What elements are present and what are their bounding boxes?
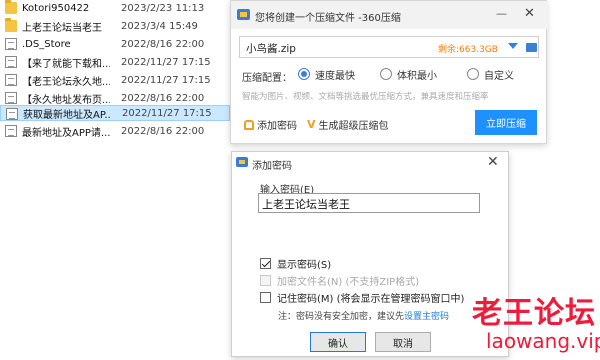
- password-input[interactable]: 上老王论坛当老王: [258, 193, 480, 213]
- folder-icon: [5, 0, 17, 14]
- password-title: 添加密码: [252, 161, 292, 172]
- checkbox-disabled-icon: [260, 274, 271, 286]
- file-name: 【来了就能下载和...: [22, 58, 110, 70]
- checkbox-checked-icon: [260, 257, 271, 269]
- file-row[interactable]: 上老王论坛当老王 2023/3/4 15:49: [0, 18, 230, 34]
- remember-password-checkbox[interactable]: 记住密码(M) (将会显示在管理密码窗口中): [260, 290, 465, 305]
- file-date: 2022/11/27 17:15: [121, 56, 211, 68]
- note-text: 注：密码没有安全加密，建议先: [278, 312, 405, 322]
- radio-icon: [467, 68, 479, 80]
- compress-now-button[interactable]: 立即压缩: [475, 110, 537, 135]
- file-name: .DS_Store: [22, 38, 71, 50]
- checkbox-label: 显示密码(S): [277, 259, 332, 271]
- file-icon: [5, 38, 17, 50]
- archive-logo-icon: [236, 157, 248, 167]
- close-button[interactable]: ✕: [524, 6, 535, 21]
- compress-dialog: 您将创建一个压缩文件 -360压缩 — ✕ 小鸟酱.zip 剩余:663.3GB…: [230, 0, 548, 144]
- file-row[interactable]: 【老王论坛永久地... 2022/11/27 17:15: [0, 72, 230, 88]
- lock-icon: [244, 119, 254, 130]
- ok-button[interactable]: 确认: [310, 332, 366, 352]
- file-name: 【永久地址发布页...: [22, 94, 110, 106]
- option-smallest[interactable]: 体积最小: [380, 67, 437, 82]
- file-icon: [5, 74, 17, 86]
- vip-icon: V: [307, 118, 316, 131]
- file-list: Kotori950422 2023/2/23 11:13 上老王论坛当老王 20…: [0, 0, 230, 150]
- config-label: 压缩配置：: [242, 73, 292, 84]
- file-name: 获取最新地址及AP...: [23, 109, 111, 121]
- add-password-link[interactable]: 添加密码: [244, 117, 297, 132]
- file-row-selected[interactable]: 获取最新地址及AP... 2022/11/27 17:15: [0, 105, 230, 121]
- file-name: Kotori950422: [22, 2, 90, 14]
- file-row[interactable]: Kotori950422 2023/2/23 11:13: [0, 0, 230, 16]
- option-label: 自定义: [484, 70, 514, 82]
- compress-titlebar: 您将创建一个压缩文件 -360压缩 — ✕: [231, 1, 548, 29]
- show-password-checkbox[interactable]: 显示密码(S): [260, 256, 332, 271]
- super-package-link[interactable]: V 生成超级压缩包: [307, 117, 389, 132]
- checkbox-label: 记住密码(M) (将会显示在管理密码窗口中): [277, 293, 465, 305]
- option-label: 速度最快: [315, 70, 355, 82]
- super-package-label: 生成超级压缩包: [318, 121, 389, 132]
- folder-icon: [5, 18, 17, 32]
- compress-hint: 智能为图片、视频、文档等挑选最优压缩方式，兼具速度和压缩率: [242, 92, 489, 102]
- file-date: 2022/11/27 17:15: [121, 74, 211, 86]
- file-date: 2022/8/16 22:00: [121, 125, 205, 137]
- checkbox-icon: [260, 291, 271, 303]
- file-row[interactable]: 【永久地址发布页... 2022/8/16 22:00: [0, 90, 230, 106]
- file-name: 最新地址及APP请...: [22, 127, 110, 139]
- compress-title: 您将创建一个压缩文件 -360压缩: [255, 13, 401, 24]
- file-date: 2022/8/16 22:00: [121, 92, 205, 104]
- radio-selected-icon: [298, 68, 310, 80]
- chevron-down-icon[interactable]: [508, 43, 518, 49]
- password-titlebar: 添加密码 ✕: [232, 152, 508, 174]
- security-note: 注：密码没有安全加密，建议先设置主密码: [278, 309, 449, 322]
- file-icon: [6, 108, 18, 120]
- cancel-button[interactable]: 取消: [375, 332, 431, 352]
- filename-value: 小鸟酱.zip: [246, 43, 296, 55]
- file-name: 【老王论坛永久地...: [22, 76, 110, 88]
- watermark-cn: 老王论坛: [472, 296, 596, 331]
- option-fastest[interactable]: 速度最快: [298, 67, 355, 82]
- add-password-label: 添加密码: [257, 121, 297, 132]
- option-custom[interactable]: 自定义: [467, 67, 514, 82]
- password-value: 上老王论坛当老王: [262, 198, 350, 211]
- minimize-button[interactable]: —: [496, 7, 507, 20]
- file-date: 2023/3/4 15:49: [121, 20, 198, 32]
- folder-browse-icon[interactable]: [526, 43, 537, 52]
- free-space-label: 剩余:663.3GB: [438, 45, 498, 55]
- watermark-en: laowang.vip: [486, 329, 600, 353]
- file-row[interactable]: 【来了就能下载和... 2022/11/27 17:15: [0, 54, 230, 70]
- file-icon: [5, 92, 17, 104]
- screen: Kotori950422 2023/2/23 11:13 上老王论坛当老王 20…: [0, 0, 600, 360]
- password-dialog: 添加密码 ✕ 输入密码(E) 上老王论坛当老王 显示密码(S) 加密文件名(N)…: [231, 151, 509, 357]
- option-label: 体积最小: [397, 70, 437, 82]
- filename-field[interactable]: 小鸟酱.zip 剩余:663.3GB: [239, 36, 539, 58]
- file-date: 2022/8/16 22:00: [121, 38, 205, 50]
- file-row[interactable]: .DS_Store 2022/8/16 22:00: [0, 36, 230, 52]
- file-date: 2023/2/23 11:13: [121, 2, 205, 14]
- file-icon: [5, 56, 17, 68]
- close-button[interactable]: ✕: [487, 154, 499, 170]
- radio-icon: [380, 68, 392, 80]
- set-master-password-link[interactable]: 设置主密码: [404, 312, 449, 322]
- file-name: 上老王论坛当老王: [22, 22, 102, 34]
- encrypt-names-checkbox: 加密文件名(N) (不支持ZIP格式): [260, 273, 420, 288]
- checkbox-label: 加密文件名(N) (不支持ZIP格式): [277, 276, 420, 288]
- file-date: 2022/11/27 17:15: [122, 107, 212, 119]
- archive-logo-icon: [237, 9, 250, 20]
- file-icon: [5, 125, 17, 137]
- file-row[interactable]: 最新地址及APP请... 2022/8/16 22:00: [0, 123, 230, 139]
